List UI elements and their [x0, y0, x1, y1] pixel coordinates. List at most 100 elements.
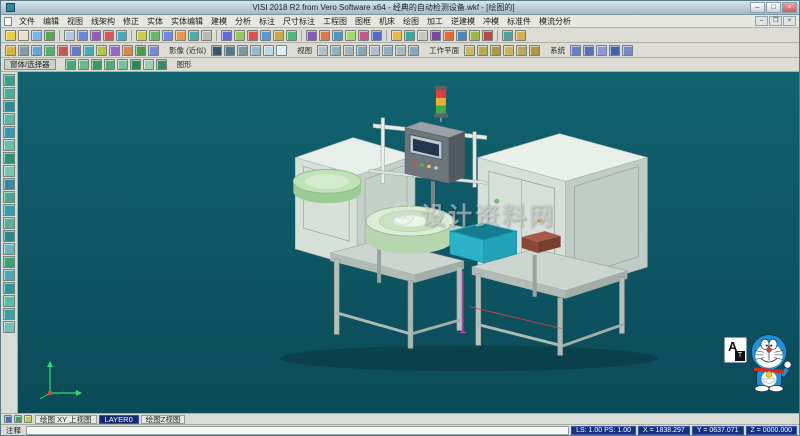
toolbar-icon[interactable] — [356, 45, 367, 56]
toolbar-icon[interactable] — [130, 59, 141, 70]
minimize-button[interactable]: – — [750, 2, 765, 13]
menu-item[interactable]: 编辑 — [39, 16, 63, 27]
toolbar-icon[interactable] — [490, 45, 501, 56]
toolbar-icon[interactable] — [143, 59, 154, 70]
toolbar-icon[interactable] — [529, 45, 540, 56]
toolbar-icon[interactable] — [4, 415, 12, 423]
toolbar-icon[interactable] — [263, 45, 274, 56]
toolbar-icon[interactable] — [3, 113, 15, 125]
toolbar-icon[interactable] — [3, 282, 15, 294]
toolbar-icon[interactable] — [622, 45, 633, 56]
toolbar-icon[interactable] — [404, 30, 415, 41]
toolbar-icon[interactable] — [3, 87, 15, 99]
maximize-button[interactable]: □ — [766, 2, 781, 13]
toolbar-icon[interactable] — [3, 256, 15, 268]
toolbar-icon[interactable] — [83, 45, 94, 56]
toolbar-icon[interactable] — [148, 45, 159, 56]
toolbar-icon[interactable] — [135, 45, 146, 56]
menu-item[interactable]: 实体 — [143, 16, 167, 27]
toolbar-icon[interactable] — [319, 30, 330, 41]
toolbar-icon[interactable] — [247, 30, 258, 41]
menu-item[interactable]: 模流分析 — [535, 16, 575, 27]
toolbar-icon[interactable] — [369, 45, 380, 56]
toolbar-icon[interactable] — [57, 45, 68, 56]
toolbar-icon[interactable] — [503, 45, 514, 56]
toolbar-icon[interactable] — [3, 139, 15, 151]
menu-item[interactable]: 尺寸标注 — [279, 16, 319, 27]
toolbar-icon[interactable] — [122, 45, 133, 56]
menu-item[interactable]: 建模 — [207, 16, 231, 27]
toolbar-icon[interactable] — [104, 59, 115, 70]
toolbar-icon[interactable] — [237, 45, 248, 56]
toolbar-icon[interactable] — [44, 30, 55, 41]
doc-minimize-button[interactable]: – — [755, 16, 768, 26]
toolbar-icon[interactable] — [395, 45, 406, 56]
toolbar-icon[interactable] — [609, 45, 620, 56]
toolbar-icon[interactable] — [3, 178, 15, 190]
menu-item[interactable]: 线架构 — [87, 16, 119, 27]
command-input[interactable] — [26, 426, 569, 435]
toolbar-icon[interactable] — [583, 45, 594, 56]
menu-item[interactable]: 修正 — [119, 16, 143, 27]
toolbar-icon[interactable] — [90, 30, 101, 41]
toolbar-icon[interactable] — [31, 30, 42, 41]
toolbar-icon[interactable] — [330, 45, 341, 56]
toolbar-icon[interactable] — [317, 45, 328, 56]
menu-item[interactable]: 加工 — [423, 16, 447, 27]
toolbar-icon[interactable] — [286, 30, 297, 41]
toolbar-icon[interactable] — [273, 30, 284, 41]
doc-close-button[interactable]: × — [783, 16, 796, 26]
toolbar-icon[interactable] — [3, 243, 15, 255]
toolbar-icon[interactable] — [224, 45, 235, 56]
toolbar-icon[interactable] — [221, 30, 232, 41]
toolbar-icon[interactable] — [3, 126, 15, 138]
toolbar-icon[interactable] — [149, 30, 160, 41]
toolbar-icon[interactable] — [156, 59, 167, 70]
toolbar-icon[interactable] — [570, 45, 581, 56]
toolbar-icon[interactable] — [70, 45, 81, 56]
toolbar-icon[interactable] — [417, 30, 428, 41]
toolbar-icon[interactable] — [3, 269, 15, 281]
menu-item[interactable]: 逆建模 — [447, 16, 479, 27]
toolbar-icon[interactable] — [3, 204, 15, 216]
toolbar-icon[interactable] — [77, 30, 88, 41]
toolbar-icon[interactable] — [175, 30, 186, 41]
toolbar-icon[interactable] — [136, 30, 147, 41]
toolbar-icon[interactable] — [5, 30, 16, 41]
toolbar-icon[interactable] — [502, 30, 513, 41]
toolbar-icon[interactable] — [371, 30, 382, 41]
toolbar-icon[interactable] — [31, 45, 42, 56]
doc-restore-button[interactable]: ❐ — [769, 16, 782, 26]
toolbar-icon[interactable] — [3, 165, 15, 177]
toolbar-icon[interactable] — [65, 59, 76, 70]
toolbar-icon[interactable] — [3, 74, 15, 86]
toolbar-icon[interactable] — [3, 295, 15, 307]
toolbar-icon[interactable] — [3, 152, 15, 164]
toolbar-icon[interactable] — [382, 45, 393, 56]
toolbar-icon[interactable] — [469, 30, 480, 41]
toolbar-icon[interactable] — [116, 30, 127, 41]
viewport-3d[interactable]: 设 设计资料网 A T — [18, 72, 799, 413]
menu-item[interactable]: 绘图 — [399, 16, 423, 27]
toolbar-icon[interactable] — [358, 30, 369, 41]
toolbar-icon[interactable] — [430, 30, 441, 41]
toolbar-icon[interactable] — [3, 308, 15, 320]
toolbar-icon[interactable] — [24, 415, 32, 423]
view-plane-field[interactable]: 绘图 XY 上视图 — [35, 415, 97, 424]
toolbar-icon[interactable] — [162, 30, 173, 41]
toolbar-icon[interactable] — [14, 415, 22, 423]
close-button[interactable]: × — [782, 2, 797, 13]
menu-item[interactable]: 文件 — [15, 16, 39, 27]
toolbar-icon[interactable] — [3, 100, 15, 112]
toolbar-icon[interactable] — [391, 30, 402, 41]
toolbar-icon[interactable] — [96, 45, 107, 56]
layer-field[interactable]: LAYER0 — [99, 415, 139, 424]
toolbar-icon[interactable] — [234, 30, 245, 41]
toolbar-icon[interactable] — [3, 191, 15, 203]
toolbar-icon[interactable] — [103, 30, 114, 41]
selector-tab[interactable]: 窗体/选择器 — [4, 59, 56, 70]
toolbar-icon[interactable] — [596, 45, 607, 56]
toolbar-icon[interactable] — [18, 45, 29, 56]
menu-item[interactable]: 工程图 — [319, 16, 351, 27]
toolbar-icon[interactable] — [211, 45, 222, 56]
